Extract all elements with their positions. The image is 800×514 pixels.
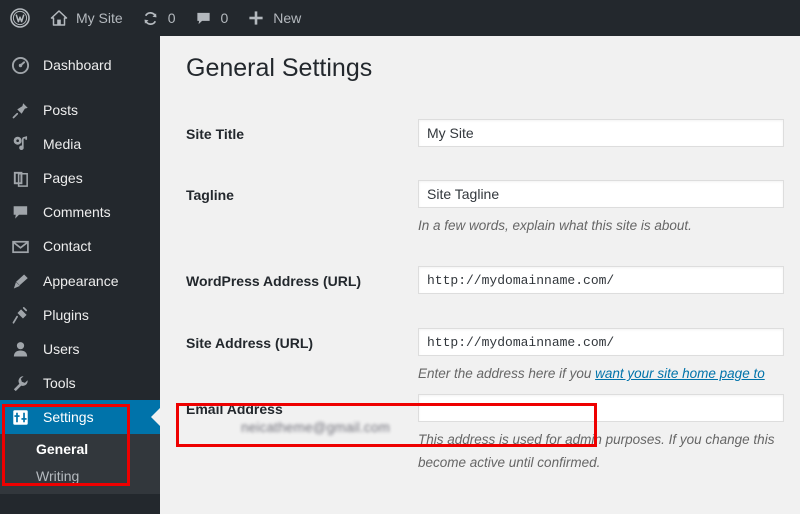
paintbrush-icon: [11, 271, 33, 291]
updates-count: 0: [167, 10, 176, 26]
wordpress-address-input[interactable]: [418, 266, 784, 294]
admin-sidebar-menu: Dashboard Posts Media Pages Comments Con…: [0, 36, 160, 514]
new-content-button[interactable]: New: [237, 0, 310, 36]
form-row-site-title: Site Title: [186, 108, 800, 170]
updates-button[interactable]: 0: [132, 0, 185, 36]
tagline-description: In a few words, explain what this site i…: [418, 218, 692, 233]
main-content: General Settings Site Title Tagline In a…: [160, 36, 800, 514]
sidebar-item-label: Settings: [43, 409, 94, 425]
email-address-description-line2: become active until confirmed.: [418, 455, 601, 470]
sidebar-item-appearance[interactable]: Appearance: [0, 264, 160, 298]
site-address-input[interactable]: [418, 328, 784, 356]
comments-count: 0: [220, 10, 229, 26]
site-home-page-link[interactable]: want your site home page to: [595, 366, 765, 381]
wordpress-admin-screen: My Site 0 0 New Dashboard Posts Media Pa…: [0, 0, 800, 514]
sidebar-item-dashboard[interactable]: Dashboard: [0, 48, 160, 82]
updates-icon: [141, 8, 161, 28]
form-row-wordpress-address: WordPress Address (URL): [186, 256, 800, 318]
dashboard-icon: [11, 55, 33, 75]
tagline-field-wrap: In a few words, explain what this site i…: [418, 180, 784, 237]
sidebar-item-label: Users: [43, 341, 80, 357]
sidebar-item-comments[interactable]: Comments: [0, 195, 160, 229]
admin-bar: My Site 0 0 New: [0, 0, 800, 36]
new-content-label: New: [273, 10, 302, 26]
sidebar-item-tools[interactable]: Tools: [0, 366, 160, 400]
email-address-label: Email Address: [186, 401, 283, 417]
sidebar-item-label: Dashboard: [43, 57, 112, 73]
site-name-label: My Site: [76, 10, 123, 26]
page-title: General Settings: [186, 54, 373, 82]
wordpress-address-label: WordPress Address (URL): [186, 273, 362, 289]
email-address-description-line1: This address is used for admin purposes.…: [418, 432, 775, 447]
submenu-item-general[interactable]: General: [0, 436, 160, 463]
sidebar-item-posts[interactable]: Posts: [0, 93, 160, 127]
sidebar-item-label: Tools: [43, 375, 76, 391]
email-address-input[interactable]: [418, 394, 784, 422]
sidebar-item-label: Contact: [43, 238, 92, 254]
form-row-email-address: Email Address This address is used for a…: [186, 382, 800, 470]
site-title-input[interactable]: [418, 119, 784, 147]
wrench-icon: [11, 373, 33, 393]
media-icon: [11, 134, 33, 154]
general-settings-form: Site Title Tagline In a few words, expla…: [186, 108, 800, 470]
site-title-field-wrap: [418, 119, 784, 147]
pin-icon: [11, 100, 33, 120]
comment-bubble-icon: [193, 8, 213, 28]
tagline-label: Tagline: [186, 187, 234, 203]
sidebar-item-label: Appearance: [43, 273, 119, 289]
home-icon: [49, 8, 69, 28]
settings-submenu: General Writing: [0, 434, 160, 494]
comment-bubble-icon: [11, 202, 33, 222]
site-address-label: Site Address (URL): [186, 335, 314, 351]
sidebar-item-label: Comments: [43, 204, 111, 220]
sidebar-item-contact[interactable]: Contact: [0, 229, 160, 263]
plus-icon: [246, 8, 266, 28]
form-row-tagline: Tagline In a few words, explain what thi…: [186, 170, 800, 256]
wordpress-logo-button[interactable]: [0, 0, 40, 36]
settings-sliders-icon: [11, 407, 33, 427]
email-address-description: This address is used for admin purposes.…: [418, 428, 800, 474]
pages-icon: [11, 168, 33, 188]
sidebar-item-label: Pages: [43, 170, 83, 186]
user-icon: [11, 339, 33, 359]
sidebar-item-settings[interactable]: Settings: [0, 400, 160, 434]
tagline-input[interactable]: [418, 180, 784, 208]
wordpress-address-field-wrap: [418, 266, 784, 294]
email-address-field-wrap: This address is used for admin purposes.…: [418, 394, 800, 474]
sidebar-item-label: Plugins: [43, 307, 89, 323]
site-address-description-prefix: Enter the address here if you: [418, 366, 596, 381]
submenu-item-writing[interactable]: Writing: [0, 463, 160, 490]
site-address-field-wrap: Enter the address here if you want your …: [418, 328, 784, 385]
sidebar-item-media[interactable]: Media: [0, 127, 160, 161]
sidebar-item-label: Posts: [43, 102, 79, 118]
plug-icon: [11, 305, 33, 325]
envelope-icon: [11, 236, 33, 256]
comments-button[interactable]: 0: [184, 0, 237, 36]
form-row-site-address: Site Address (URL) Enter the address her…: [186, 318, 800, 382]
sidebar-item-users[interactable]: Users: [0, 332, 160, 366]
site-name-button[interactable]: My Site: [40, 0, 132, 36]
sidebar-item-label: Media: [43, 136, 82, 152]
sidebar-item-plugins[interactable]: Plugins: [0, 298, 160, 332]
site-title-label: Site Title: [186, 126, 245, 142]
sidebar-item-pages[interactable]: Pages: [0, 161, 160, 195]
wordpress-logo-icon: [10, 8, 30, 28]
